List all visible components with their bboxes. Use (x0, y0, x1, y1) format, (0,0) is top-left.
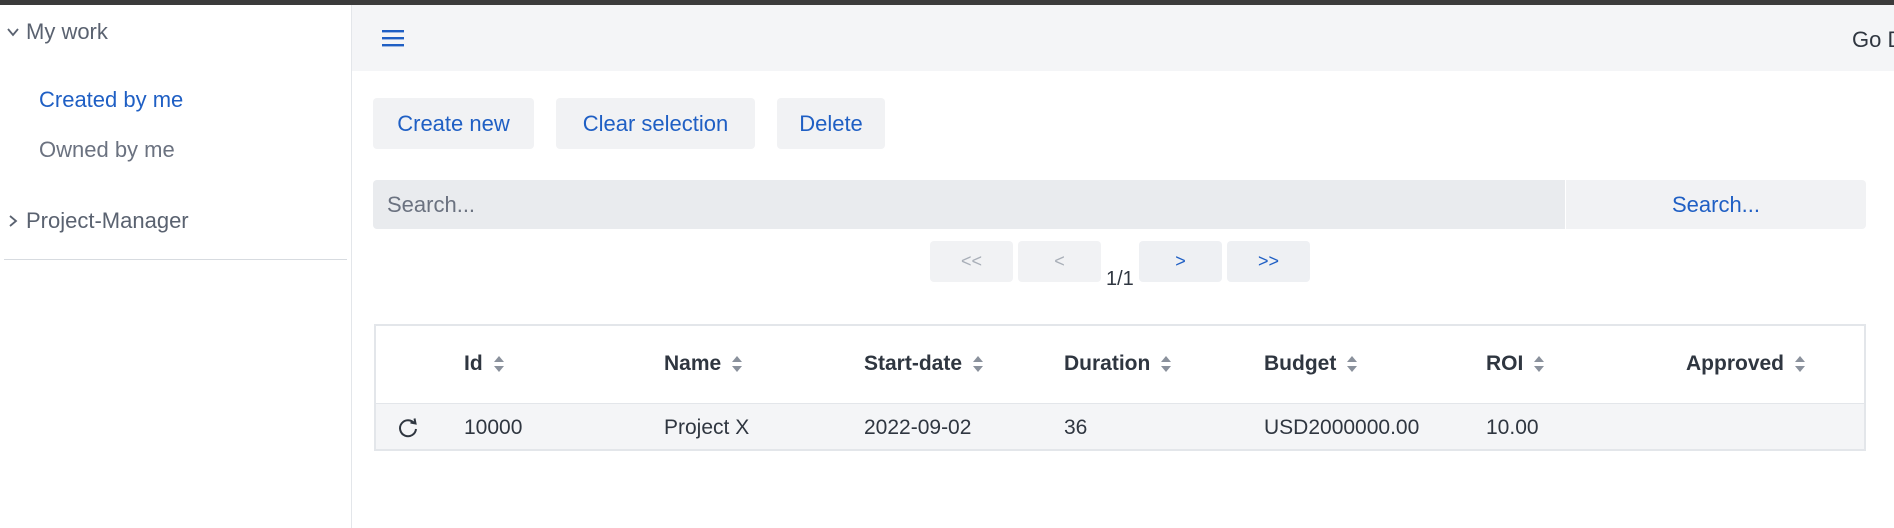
page-prev-button[interactable]: < (1018, 241, 1101, 282)
create-new-button[interactable]: Create new (373, 98, 534, 149)
page-indicator: 1/1 (1106, 268, 1134, 290)
column-header-label: Approved (1686, 352, 1785, 375)
clear-selection-button[interactable]: Clear selection (556, 98, 755, 149)
nav-group-my-work[interactable]: My work (0, 19, 108, 45)
table-header: Id Name Start-date Duration Budget ROI A… (376, 326, 1864, 404)
chevron-down-icon (0, 25, 26, 39)
cell-duration: 36 (1064, 416, 1088, 439)
table-row[interactable]: 10000 Project X 2022-09-02 36 USD2000000… (376, 404, 1864, 449)
nav-item-owned-by-me[interactable]: Owned by me (39, 137, 175, 163)
sort-icon (493, 356, 504, 372)
nav-group-project-manager[interactable]: Project-Manager (0, 208, 189, 234)
refresh-icon[interactable] (397, 417, 419, 439)
sort-icon (1161, 356, 1172, 372)
sidebar: My work Created by me Owned by me Projec… (0, 5, 352, 528)
cell-id: 10000 (464, 416, 523, 439)
nav-group-label: Project-Manager (26, 208, 189, 233)
column-header-label: ROI (1486, 352, 1524, 375)
column-header-label: Start-date (864, 352, 963, 375)
search-input[interactable] (373, 180, 1565, 229)
column-header-start-date[interactable]: Start-date (864, 352, 984, 376)
cell-name: Project X (664, 416, 750, 439)
sort-icon (1534, 356, 1545, 372)
page-last-button[interactable]: >> (1227, 241, 1310, 282)
column-header-label: Id (464, 352, 483, 375)
page-first-button[interactable]: << (930, 241, 1013, 282)
nav-group-label: My work (26, 19, 108, 44)
cell-start-date: 2022-09-02 (864, 416, 972, 439)
cell-budget: USD2000000.00 (1264, 416, 1420, 439)
cell-roi: 10.00 (1486, 416, 1539, 439)
column-header-duration[interactable]: Duration (1064, 352, 1172, 376)
search-button[interactable]: Search... (1566, 180, 1866, 229)
sort-icon (1795, 356, 1806, 372)
column-header-roi[interactable]: ROI (1486, 352, 1545, 376)
column-header-approved[interactable]: Approved (1686, 352, 1806, 376)
sidebar-divider (4, 259, 347, 260)
header-right-link[interactable]: Go D (1852, 27, 1894, 53)
column-header-label: Budget (1264, 352, 1337, 375)
sort-icon (1347, 356, 1358, 372)
column-header-label: Name (664, 352, 722, 375)
projects-table: Id Name Start-date Duration Budget ROI A… (374, 324, 1866, 451)
nav-item-created-by-me[interactable]: Created by me (39, 87, 183, 113)
column-header-label: Duration (1064, 352, 1151, 375)
delete-button[interactable]: Delete (777, 98, 885, 149)
hamburger-icon[interactable] (380, 27, 406, 49)
sort-icon (973, 356, 984, 372)
chevron-right-icon (0, 214, 26, 228)
column-header-name[interactable]: Name (664, 352, 743, 376)
column-header-budget[interactable]: Budget (1264, 352, 1358, 376)
column-header-id[interactable]: Id (464, 352, 505, 376)
sort-icon (732, 356, 743, 372)
page-next-button[interactable]: > (1139, 241, 1222, 282)
top-header: Go D (352, 5, 1894, 71)
